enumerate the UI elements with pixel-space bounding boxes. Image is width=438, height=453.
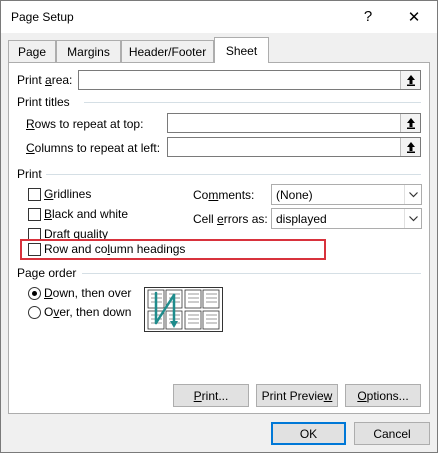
help-icon: ?	[363, 8, 373, 25]
cell-errors-label: Cell errors as:	[193, 212, 268, 226]
title-bar: Page Setup ? ✕	[1, 1, 437, 33]
black-and-white-label: Black and white	[44, 207, 129, 221]
print-button[interactable]: Print...	[173, 384, 249, 407]
tab-page[interactable]: Page	[8, 40, 56, 62]
collapse-up-arrow-icon	[406, 142, 415, 153]
page-order-heading: Page order	[17, 266, 77, 280]
chevron-down-icon	[404, 209, 421, 228]
tab-header-footer-label: Header/Footer	[128, 44, 207, 59]
print-area-input[interactable]	[78, 70, 421, 90]
collapse-up-arrow-icon	[406, 118, 415, 129]
columns-to-repeat-label: Columns to repeat at left:	[26, 141, 161, 155]
over-then-down-label: Over, then down	[44, 305, 132, 319]
page-setup-dialog: Page Setup ? ✕ Page Margins Header/Foote…	[0, 0, 438, 453]
gridlines-checkbox[interactable]	[28, 188, 41, 201]
rows-collapse-button[interactable]	[400, 114, 420, 132]
window-title: Page Setup	[11, 10, 74, 24]
rows-to-repeat-input[interactable]	[167, 113, 421, 133]
cancel-button[interactable]: Cancel	[354, 422, 430, 445]
comments-select[interactable]: (None)	[271, 184, 422, 205]
tab-margins-label: Margins	[67, 44, 110, 59]
chevron-down-icon	[404, 185, 421, 204]
print-area-collapse-button[interactable]	[400, 71, 420, 89]
columns-collapse-button[interactable]	[400, 138, 420, 156]
columns-to-repeat-input[interactable]	[167, 137, 421, 157]
cell-errors-select[interactable]: displayed	[271, 208, 422, 229]
print-titles-divider	[84, 102, 421, 103]
ok-button[interactable]: OK	[271, 422, 346, 445]
print-titles-heading: Print titles	[17, 95, 70, 109]
over-then-down-radio[interactable]	[28, 306, 41, 319]
print-heading: Print	[17, 167, 42, 181]
tab-sheet[interactable]: Sheet	[214, 37, 269, 63]
print-preview-button[interactable]: Print Previe w	[256, 384, 338, 407]
close-icon: ✕	[407, 8, 421, 26]
black-and-white-checkbox[interactable]	[28, 208, 41, 221]
tab-header-footer[interactable]: Header/Footer	[121, 40, 214, 62]
print-area-label: Print area:	[17, 73, 73, 87]
comments-label: Comments:	[193, 188, 255, 202]
row-and-column-headings-checkbox[interactable]	[28, 243, 41, 256]
down-then-over-radio[interactable]	[28, 287, 41, 300]
collapse-up-arrow-icon	[406, 75, 415, 86]
down-then-over-label: Down, then over	[44, 286, 132, 300]
help-button[interactable]: ?	[345, 1, 391, 32]
tab-margins[interactable]: Margins	[56, 40, 121, 62]
options-button[interactable]: Options...	[345, 384, 421, 407]
row-and-column-headings-label: Row and column headings	[44, 242, 186, 256]
gridlines-label: Gridlines	[44, 187, 92, 201]
tab-sheet-label: Sheet	[225, 43, 258, 58]
sheet-tab-panel: Print area: Print titles Rows to repeat …	[8, 62, 430, 414]
comments-value: (None)	[276, 188, 313, 202]
tab-page-label: Page	[17, 44, 47, 59]
page-order-preview-icon	[144, 287, 223, 332]
page-order-divider	[82, 273, 421, 274]
print-divider	[46, 174, 421, 175]
cell-errors-value: displayed	[276, 212, 327, 226]
close-button[interactable]: ✕	[391, 1, 437, 32]
rows-to-repeat-label: Rows to repeat at top:	[26, 117, 144, 131]
